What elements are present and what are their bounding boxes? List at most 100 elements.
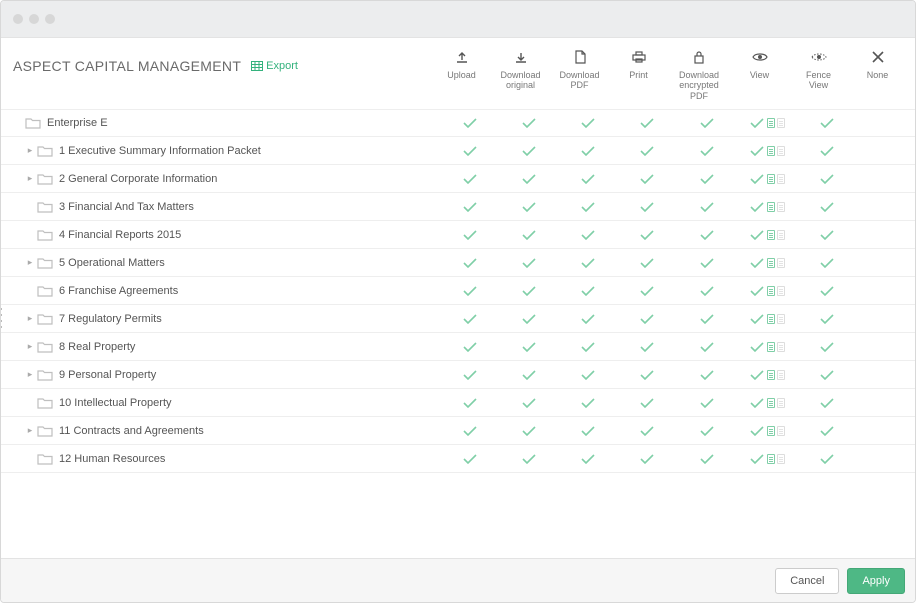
perm-cell-dlorig[interactable]: [499, 174, 558, 184]
perm-cell-dlorig[interactable]: [499, 370, 558, 380]
perm-cell-fence[interactable]: [797, 342, 856, 352]
perm-cell-view[interactable]: [738, 146, 797, 156]
perm-cell-dlorig[interactable]: [499, 314, 558, 324]
col-header-dlorig[interactable]: Downloadoriginal: [491, 38, 550, 101]
perm-cell-print[interactable]: [617, 118, 676, 128]
perm-cell-none[interactable]: [856, 314, 915, 324]
perm-cell-dlenc[interactable]: [676, 118, 738, 128]
col-header-dlpdf[interactable]: DownloadPDF: [550, 38, 609, 101]
expand-caret-icon[interactable]: ▸: [25, 425, 35, 436]
cancel-button[interactable]: Cancel: [775, 568, 839, 594]
expand-caret-icon[interactable]: ▸: [25, 145, 35, 156]
perm-cell-dlorig[interactable]: [499, 118, 558, 128]
tree-row[interactable]: ▸8 Real Property: [1, 333, 915, 361]
perm-cell-dlorig[interactable]: [499, 426, 558, 436]
expand-caret-icon[interactable]: ▸: [25, 313, 35, 324]
perm-cell-print[interactable]: [617, 314, 676, 324]
perm-cell-upload[interactable]: [440, 174, 499, 184]
expand-caret-icon[interactable]: ▸: [25, 173, 35, 184]
perm-cell-upload[interactable]: [440, 118, 499, 128]
perm-cell-dlenc[interactable]: [676, 202, 738, 212]
perm-cell-view[interactable]: [738, 286, 797, 296]
perm-cell-none[interactable]: [856, 202, 915, 212]
col-header-fence[interactable]: FenceView: [789, 38, 848, 101]
perm-cell-fence[interactable]: [797, 230, 856, 240]
perm-cell-view[interactable]: [738, 342, 797, 352]
tree-row[interactable]: 4 Financial Reports 2015: [1, 221, 915, 249]
perm-cell-dlpdf[interactable]: [558, 314, 617, 324]
perm-cell-dlenc[interactable]: [676, 342, 738, 352]
perm-cell-dlenc[interactable]: [676, 398, 738, 408]
tree-row[interactable]: 3 Financial And Tax Matters: [1, 193, 915, 221]
perm-cell-view[interactable]: [738, 426, 797, 436]
perm-cell-upload[interactable]: [440, 230, 499, 240]
perm-cell-none[interactable]: [856, 454, 915, 464]
perm-cell-none[interactable]: [856, 146, 915, 156]
perm-cell-dlorig[interactable]: [499, 454, 558, 464]
perm-cell-view[interactable]: [738, 398, 797, 408]
perm-cell-fence[interactable]: [797, 370, 856, 380]
perm-cell-fence[interactable]: [797, 118, 856, 128]
perm-cell-none[interactable]: [856, 286, 915, 296]
col-header-none[interactable]: None: [848, 38, 907, 101]
tree-row[interactable]: 6 Franchise Agreements: [1, 277, 915, 305]
perm-cell-dlenc[interactable]: [676, 230, 738, 240]
expand-caret-icon[interactable]: ▸: [25, 257, 35, 268]
perm-cell-dlenc[interactable]: [676, 174, 738, 184]
perm-cell-upload[interactable]: [440, 398, 499, 408]
col-header-print[interactable]: Print: [609, 38, 668, 101]
perm-cell-none[interactable]: [856, 174, 915, 184]
traffic-light-min[interactable]: [29, 14, 39, 24]
perm-cell-fence[interactable]: [797, 454, 856, 464]
perm-cell-upload[interactable]: [440, 146, 499, 156]
perm-cell-fence[interactable]: [797, 426, 856, 436]
perm-cell-dlorig[interactable]: [499, 202, 558, 212]
perm-cell-dlorig[interactable]: [499, 230, 558, 240]
tree-row[interactable]: ▸2 General Corporate Information: [1, 165, 915, 193]
tree-row[interactable]: ▸9 Personal Property: [1, 361, 915, 389]
perm-cell-print[interactable]: [617, 286, 676, 296]
perm-cell-dlpdf[interactable]: [558, 342, 617, 352]
perm-cell-fence[interactable]: [797, 146, 856, 156]
perm-cell-upload[interactable]: [440, 258, 499, 268]
perm-cell-upload[interactable]: [440, 202, 499, 212]
perm-cell-dlorig[interactable]: [499, 146, 558, 156]
expand-caret-icon[interactable]: ▸: [25, 369, 35, 380]
perm-cell-view[interactable]: [738, 314, 797, 324]
perm-cell-dlenc[interactable]: [676, 454, 738, 464]
perm-cell-dlorig[interactable]: [499, 258, 558, 268]
perm-cell-none[interactable]: [856, 398, 915, 408]
perm-cell-print[interactable]: [617, 342, 676, 352]
traffic-light-max[interactable]: [45, 14, 55, 24]
perm-cell-print[interactable]: [617, 202, 676, 212]
perm-cell-print[interactable]: [617, 454, 676, 464]
perm-cell-none[interactable]: [856, 426, 915, 436]
perm-cell-dlorig[interactable]: [499, 342, 558, 352]
perm-cell-upload[interactable]: [440, 342, 499, 352]
perm-cell-none[interactable]: [856, 118, 915, 128]
perm-cell-dlenc[interactable]: [676, 370, 738, 380]
perm-cell-fence[interactable]: [797, 258, 856, 268]
traffic-light-close[interactable]: [13, 14, 23, 24]
apply-button[interactable]: Apply: [847, 568, 905, 594]
perm-cell-fence[interactable]: [797, 398, 856, 408]
col-header-dlenc[interactable]: DownloadencryptedPDF: [668, 38, 730, 101]
tree-row[interactable]: Enterprise E: [1, 109, 915, 137]
drag-handle-icon[interactable]: [0, 308, 4, 328]
perm-cell-dlpdf[interactable]: [558, 118, 617, 128]
perm-cell-print[interactable]: [617, 174, 676, 184]
col-header-view[interactable]: View: [730, 38, 789, 101]
perm-cell-print[interactable]: [617, 398, 676, 408]
perm-cell-upload[interactable]: [440, 286, 499, 296]
perm-cell-view[interactable]: [738, 202, 797, 212]
perm-cell-print[interactable]: [617, 146, 676, 156]
perm-cell-dlpdf[interactable]: [558, 202, 617, 212]
perm-cell-dlenc[interactable]: [676, 146, 738, 156]
perm-cell-print[interactable]: [617, 258, 676, 268]
perm-cell-fence[interactable]: [797, 286, 856, 296]
perm-cell-none[interactable]: [856, 342, 915, 352]
perm-cell-print[interactable]: [617, 370, 676, 380]
perm-cell-upload[interactable]: [440, 426, 499, 436]
perm-cell-none[interactable]: [856, 370, 915, 380]
perm-cell-view[interactable]: [738, 370, 797, 380]
